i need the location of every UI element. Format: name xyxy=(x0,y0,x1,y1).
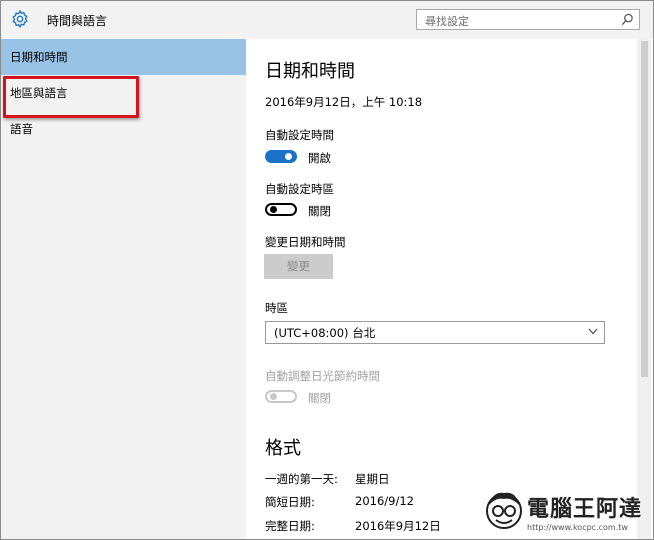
dst-state: 關閉 xyxy=(308,391,331,405)
scrollbar-thumb[interactable] xyxy=(641,41,648,377)
format-label-short-date: 簡短日期: xyxy=(265,495,315,509)
auto-time-toggle[interactable] xyxy=(265,150,297,163)
search-box[interactable]: 尋找設定 xyxy=(416,9,640,30)
current-datetime: 2016年9月12日，上午 10:18 xyxy=(265,95,423,109)
format-value-short-date: 2016/9/12 xyxy=(355,494,414,508)
gear-icon[interactable] xyxy=(10,9,30,29)
format-label-long-date: 完整日期: xyxy=(265,519,315,533)
dst-label: 自動調整日光節約時間 xyxy=(265,369,380,383)
format-heading: 格式 xyxy=(265,438,301,459)
search-input[interactable]: 尋找設定 xyxy=(425,13,469,29)
app-title: 時間與語言 xyxy=(47,14,108,28)
auto-time-state: 開啟 xyxy=(308,151,331,165)
auto-timezone-toggle[interactable] xyxy=(265,203,297,216)
watermark-title: 電腦王阿達 xyxy=(527,497,643,522)
timezone-selected: (UTC+08:00) 台北 xyxy=(274,326,376,340)
auto-timezone-state: 關閉 xyxy=(308,204,331,218)
search-icon[interactable] xyxy=(621,13,634,26)
title-bar: 時間與語言 尋找設定 xyxy=(1,1,653,39)
timezone-dropdown[interactable]: (UTC+08:00) 台北 xyxy=(265,321,605,344)
dst-toggle[interactable] xyxy=(265,390,297,403)
format-value-long-date: 2016年9月12日 xyxy=(355,519,441,533)
change-datetime-label: 變更日期和時間 xyxy=(265,235,346,249)
mascot-icon xyxy=(486,492,522,529)
auto-time-label: 自動設定時間 xyxy=(265,128,334,142)
chevron-down-icon xyxy=(588,328,598,335)
format-label-first-day: 一週的第一天: xyxy=(265,472,338,486)
watermark-url: http://www.kocpc.com.tw xyxy=(527,523,628,532)
watermark-logo: 電腦王阿達 http://www.kocpc.com.tw xyxy=(479,485,649,537)
auto-timezone-label: 自動設定時區 xyxy=(265,182,334,196)
format-value-first-day: 星期日 xyxy=(355,472,390,486)
highlight-annotation-box xyxy=(3,76,139,118)
timezone-label: 時區 xyxy=(265,301,288,315)
change-button[interactable]: 變更 xyxy=(264,254,333,279)
main-panel: 日期和時間 2016年9月12日，上午 10:18 自動設定時間 開啟 自動設定… xyxy=(246,39,653,539)
settings-window: 時間與語言 尋找設定 日期和時間 地區與語言 語音 日期和時間 2016年9月1… xyxy=(0,0,654,540)
page-title: 日期和時間 xyxy=(265,61,355,82)
sidebar-item-date-time[interactable]: 日期和時間 xyxy=(1,39,246,75)
